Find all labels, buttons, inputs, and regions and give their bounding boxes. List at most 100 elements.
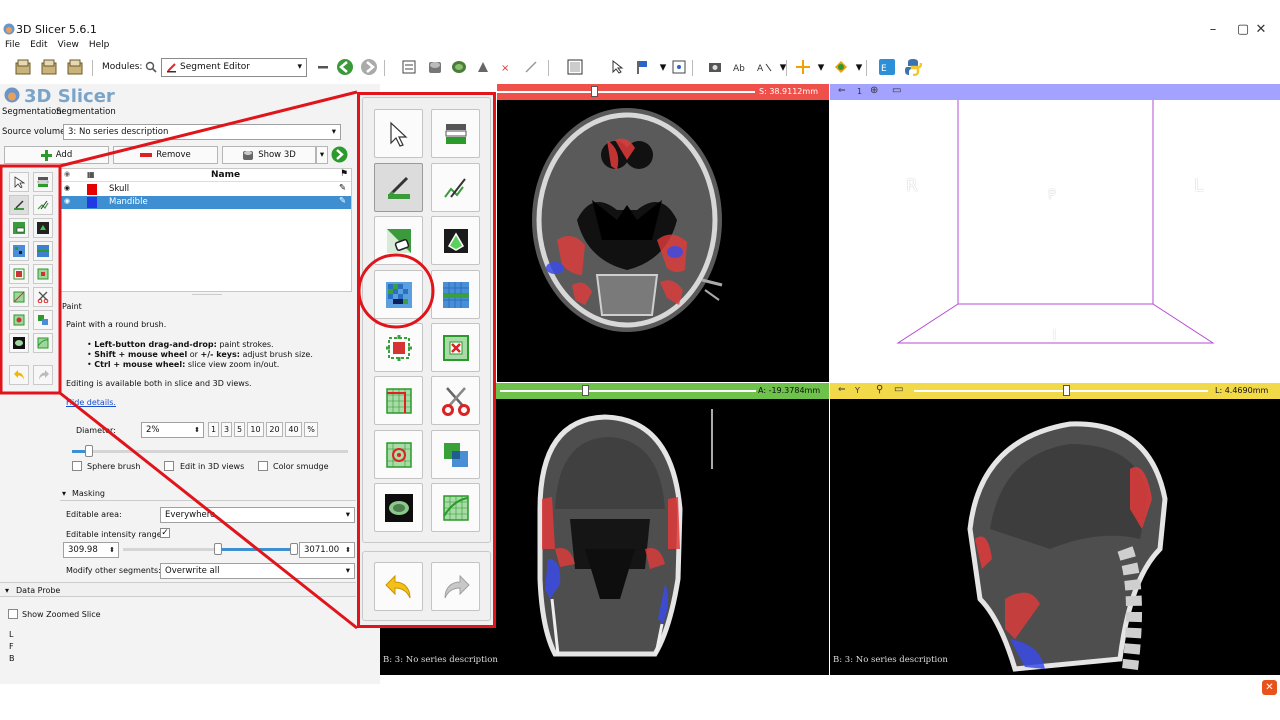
crosshair-icon[interactable] <box>794 58 812 76</box>
effect-smoothing-button[interactable] <box>9 287 29 307</box>
effect-fill-between-slices-button[interactable] <box>33 241 53 261</box>
redo-button-large[interactable] <box>431 562 480 611</box>
effect-mask-volume-button[interactable] <box>9 333 29 353</box>
effect-margin-button[interactable] <box>9 264 29 284</box>
effect-none-button-large[interactable] <box>374 109 423 158</box>
effect-islands-button[interactable] <box>9 310 29 330</box>
sagittal-ct-image[interactable] <box>830 399 1280 675</box>
range-slider-max-handle[interactable] <box>290 543 298 555</box>
segment-row-mandible[interactable]: ◉ Mandible ✎ <box>61 196 351 209</box>
layout-icon[interactable] <box>566 58 584 76</box>
window-level-reset-icon[interactable]: A <box>756 58 774 76</box>
effect-paint-button[interactable] <box>9 195 29 215</box>
effect-level-tracing-button[interactable] <box>33 218 53 238</box>
effect-erase-button-large[interactable] <box>374 216 423 265</box>
menu-view[interactable]: View <box>58 40 79 54</box>
preset-percent-button[interactable]: % <box>304 422 318 437</box>
screenshot-icon[interactable] <box>706 58 724 76</box>
effect-scissors-button-large[interactable] <box>431 376 480 425</box>
modify-other-segments-selector[interactable]: Overwrite all ▾ <box>160 563 355 579</box>
axial-ct-image[interactable] <box>497 100 829 382</box>
models-icon[interactable] <box>450 58 468 76</box>
segment-next-button[interactable] <box>331 146 349 164</box>
preset-1-button[interactable]: 1 <box>208 422 219 437</box>
module-history-icon[interactable] <box>314 58 332 76</box>
chevron-down-icon[interactable]: ▾ <box>774 58 792 76</box>
segment-editor-toolbar-icon[interactable] <box>522 58 540 76</box>
mouse-pointer-icon[interactable] <box>608 58 626 76</box>
remove-segment-button[interactable]: Remove <box>113 146 218 164</box>
segment-color-swatch[interactable] <box>87 184 97 195</box>
effect-logical-operators-button-large[interactable] <box>431 430 480 479</box>
segment-row-skull[interactable]: ◉ Skull ✎ <box>61 183 351 196</box>
effect-fill-between-slices-button-large[interactable] <box>431 270 480 319</box>
effect-logical-operators-button[interactable] <box>33 310 53 330</box>
effect-surface-cut-button-large[interactable] <box>431 483 480 532</box>
pin-icon[interactable]: ⇐ <box>838 385 846 395</box>
red-slice-slider-track[interactable] <box>497 91 755 93</box>
effect-surface-cut-button[interactable] <box>33 333 53 353</box>
effect-threshold-button-large[interactable] <box>431 109 480 158</box>
effect-draw-button-large[interactable] <box>431 163 480 212</box>
show-3d-menu-button[interactable]: ▾ <box>316 146 328 164</box>
window-level-icon[interactable]: Ab <box>732 58 750 76</box>
yellow-slice-slider-track[interactable] <box>914 390 1208 392</box>
maximize-view-icon[interactable]: ▭ <box>892 85 901 96</box>
splitter-handle[interactable] <box>192 294 222 295</box>
preset-40-button[interactable]: 40 <box>285 422 302 437</box>
show-zoomed-slice-checkbox[interactable] <box>8 609 18 619</box>
effect-grow-from-seeds-button-large[interactable] <box>374 270 423 319</box>
red-slice-slider-handle[interactable] <box>591 86 598 97</box>
yellow-slice-view[interactable]: ⇐ Y ⚲ ▭ L: 4.4690mm B: 3: No series desc… <box>830 383 1280 675</box>
effect-threshold-button[interactable] <box>33 172 53 192</box>
preset-3-button[interactable]: 3 <box>221 422 232 437</box>
volume-icon[interactable] <box>426 58 444 76</box>
eye-icon[interactable]: ◉ <box>64 184 70 192</box>
minimize-button[interactable]: – <box>1198 20 1228 40</box>
effect-smoothing-button-large[interactable] <box>374 376 423 425</box>
editable-area-selector[interactable]: Everywhere ▾ <box>160 507 355 523</box>
effect-draw-button[interactable] <box>33 195 53 215</box>
effect-paint-button-large[interactable] <box>374 163 423 212</box>
center-view-icon[interactable]: ⊕ <box>870 85 878 96</box>
diameter-slider-track[interactable] <box>72 450 348 453</box>
yellow-slice-slider-handle[interactable] <box>1063 385 1070 396</box>
diameter-spinbox[interactable]: 2% ⬍ <box>141 422 204 438</box>
effect-mask-volume-button-large[interactable] <box>374 483 423 532</box>
module-search-icon[interactable] <box>142 58 160 76</box>
preset-5-button[interactable]: 5 <box>234 422 245 437</box>
sphere-brush-checkbox[interactable] <box>72 461 82 471</box>
undo-button[interactable] <box>9 365 29 385</box>
effect-islands-button-large[interactable] <box>374 430 423 479</box>
back-arrow-icon[interactable] <box>336 58 354 76</box>
effect-margin-button-large[interactable] <box>374 323 423 372</box>
effect-hollow-button-large[interactable] <box>431 323 480 372</box>
segmentation-selector[interactable]: Segmentation <box>52 105 356 118</box>
markups-icon[interactable] <box>400 58 418 76</box>
menu-edit[interactable]: Edit <box>30 40 47 54</box>
color-smudge-checkbox[interactable] <box>258 461 268 471</box>
undo-button-large[interactable] <box>374 562 423 611</box>
link-icon[interactable]: ⚲ <box>876 384 883 395</box>
source-volume-selector[interactable]: 3: No series description ▾ <box>63 124 341 140</box>
masking-collapse-icon[interactable]: ▾ <box>62 489 66 498</box>
green-slice-slider-track[interactable] <box>500 390 756 392</box>
redo-button[interactable] <box>33 365 53 385</box>
view-link-icon[interactable] <box>832 58 850 76</box>
range-min-spinbox[interactable]: 309.98 ⬍ <box>63 542 119 558</box>
edit-pencil-icon[interactable]: ✎ <box>339 183 346 193</box>
error-log-icon[interactable]: ✕ <box>1262 680 1277 695</box>
forward-arrow-icon[interactable] <box>360 58 378 76</box>
data-icon[interactable] <box>14 58 32 76</box>
save-icon[interactable] <box>66 58 84 76</box>
place-fiducial-icon[interactable] <box>634 58 652 76</box>
hide-details-link[interactable]: Hide details. <box>66 398 116 407</box>
effect-hollow-button[interactable] <box>33 264 53 284</box>
edit-in-3d-checkbox[interactable] <box>164 461 174 471</box>
preset-10-button[interactable]: 10 <box>247 422 264 437</box>
diameter-slider-handle[interactable] <box>85 445 93 457</box>
close-button[interactable]: ✕ <box>1248 20 1274 40</box>
3d-view[interactable]: ⇐ 1 ⊕ ▭ R L P I <box>830 84 1280 382</box>
dcm-icon[interactable] <box>40 58 58 76</box>
preset-20-button[interactable]: 20 <box>266 422 283 437</box>
